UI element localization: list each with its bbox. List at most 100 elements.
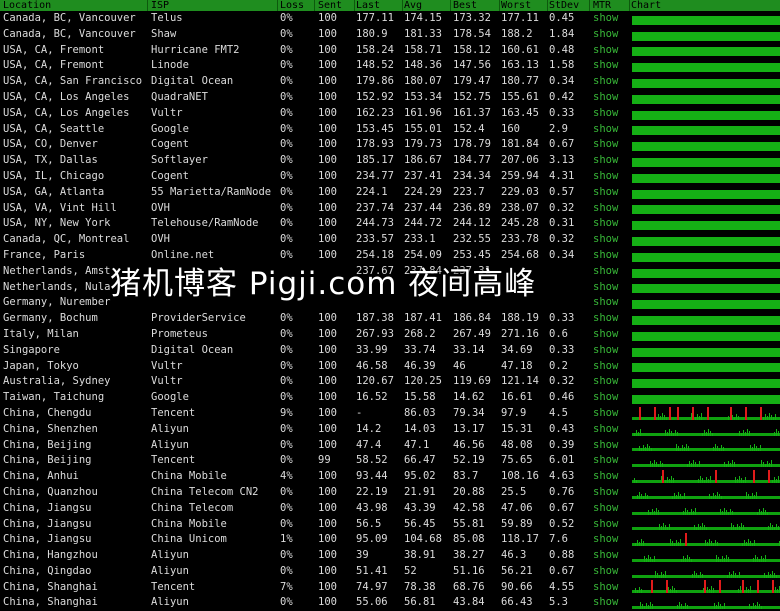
mtr-show-link[interactable]: show [593,11,629,27]
cell-location: Canada, BC, Vancouver [3,12,136,24]
cell-last: 51.41 [356,564,388,577]
packet-loss-spike [704,580,706,594]
mtr-show-link[interactable]: show [593,311,629,327]
cell-worst: 259.94 [501,169,539,182]
mtr-show-link[interactable]: show [593,43,629,59]
header-stdev[interactable]: StDev [549,0,590,11]
mtr-show-link[interactable]: show [593,406,629,422]
cell-best: 178.54 [453,27,491,40]
latency-tick [774,431,775,436]
header-sent[interactable]: Sent [318,0,355,11]
mtr-show-link[interactable]: show [593,90,629,106]
mtr-show-link[interactable]: show [593,137,629,153]
cell-location: USA, CO, Denver [3,138,98,151]
cell-stdev: 0.39 [549,438,575,451]
mtr-show-link[interactable]: show [593,580,629,596]
latency-tick [728,556,729,562]
latency-tick [655,570,656,578]
latency-tick [652,558,653,562]
mtr-show-link[interactable]: show [593,469,629,485]
mtr-show-link[interactable]: show [593,453,629,469]
latency-tick [753,603,754,610]
header-avg[interactable]: Avg [404,0,451,11]
mtr-show-link[interactable]: show [593,216,629,232]
cell-sent: 100 [318,106,337,119]
mtr-show-link[interactable]: show [593,438,629,454]
latency-tick [722,606,723,610]
packet-loss-spike [666,580,668,594]
header-location[interactable]: Location [3,0,148,11]
cell-stdev: 2.9 [549,122,568,135]
latency-tick [676,494,677,499]
cell-loss: 1% [280,533,293,546]
cell-last: 267.93 [356,327,394,340]
latency-tick [772,570,773,578]
table-row: China, Quanzhou China Telecom CN2 0% 100 22.… [0,485,780,501]
latency-tick [635,543,636,547]
mtr-show-link[interactable]: show [593,327,629,343]
cell-worst: 66.43 [501,596,533,609]
latency-tick [745,431,746,436]
cell-sent: 100 [318,564,337,577]
latency-tick [731,523,732,531]
header-isp[interactable]: ISP [151,0,278,11]
mtr-show-link[interactable]: show [593,201,629,217]
cell-isp: Aliyun [151,564,189,577]
packet-loss-spike [753,469,755,483]
mtr-show-link[interactable]: show [593,374,629,390]
latency-tick [707,542,708,547]
latency-tick [694,570,695,578]
latency-tick [701,412,702,420]
cell-sent: 100 [318,359,337,372]
mtr-show-link[interactable]: show [593,532,629,548]
mtr-show-link[interactable]: show [593,74,629,90]
latency-tick [657,572,658,578]
mtr-show-link[interactable]: show [593,343,629,359]
mtr-show-link[interactable]: show [593,501,629,517]
mtr-show-link[interactable]: show [593,106,629,122]
latency-tick [761,606,762,610]
cell-sent: 99 [318,454,331,467]
latency-tick [718,602,719,610]
latency-tick [776,478,777,483]
mtr-show-link[interactable]: show [593,264,629,280]
latency-tick [757,556,758,562]
mtr-show-link[interactable]: show [593,122,629,138]
latency-chart-bar [632,315,780,325]
mtr-show-link[interactable]: show [593,517,629,533]
mtr-show-link[interactable]: show [593,169,629,185]
latency-tick [755,554,756,562]
latency-tick [733,570,734,578]
table-row: USA, CA, San Francisco Digital Ocean 0% 100… [0,74,780,90]
mtr-show-link[interactable]: show [593,295,629,311]
cell-location: Taiwan, Taichung [3,391,105,404]
mtr-show-link[interactable]: show [593,359,629,375]
cell-last: 148.52 [356,59,394,72]
mtr-show-link[interactable]: show [593,248,629,264]
header-best[interactable]: Best [453,0,500,11]
latency-tick [674,492,675,499]
latency-tick [673,477,674,483]
latency-tick [736,413,737,420]
mtr-show-link[interactable]: show [593,27,629,43]
mtr-show-link[interactable]: show [593,280,629,296]
mtr-show-link[interactable]: show [593,185,629,201]
latency-tick [650,602,651,610]
mtr-show-link[interactable]: show [593,58,629,74]
mtr-show-link[interactable]: show [593,153,629,169]
latency-tick [702,573,703,578]
mtr-show-link[interactable]: show [593,232,629,248]
mtr-show-link[interactable]: show [593,390,629,406]
cell-location: China, Beijing [3,438,92,451]
mtr-show-link[interactable]: show [593,595,629,611]
header-last[interactable]: Last [356,0,403,11]
mtr-show-link[interactable]: show [593,548,629,564]
header-worst[interactable]: Worst [501,0,548,11]
latency-tick [648,509,649,515]
mtr-show-link[interactable]: show [593,564,629,580]
mtr-show-link[interactable]: show [593,422,629,438]
mtr-show-link[interactable]: show [593,485,629,501]
cell-avg: 43.39 [404,501,436,514]
latency-tick [688,446,689,452]
header-loss[interactable]: Loss [280,0,315,11]
